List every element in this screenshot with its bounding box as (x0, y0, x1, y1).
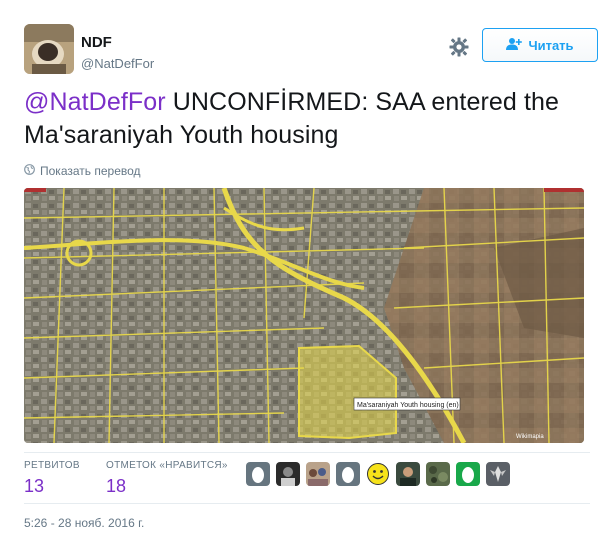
retweets-stat[interactable]: РЕТВИТОВ 13 (24, 460, 80, 497)
map-attribution: Wikimapia (516, 434, 544, 440)
liker-avatar[interactable] (366, 462, 390, 486)
liker-avatar[interactable] (456, 462, 480, 486)
translate-link[interactable]: Показать перевод (24, 164, 141, 178)
liker-avatar[interactable] (276, 462, 300, 486)
retweets-label: РЕТВИТОВ (24, 460, 80, 471)
follow-button-label: Читать (528, 37, 574, 53)
follow-button[interactable]: Читать (482, 28, 598, 62)
liker-avatar[interactable] (246, 462, 270, 486)
liker-avatar[interactable] (396, 462, 420, 486)
gear-icon[interactable] (448, 36, 470, 58)
add-user-icon (506, 37, 523, 54)
tweet-text: @NatDefFor UNCONFİRMED: SAA entered the … (24, 86, 584, 152)
liker-avatar[interactable] (336, 462, 360, 486)
liker-avatar[interactable] (486, 462, 510, 486)
likes-count: 18 (106, 476, 127, 496)
tweet-media-map[interactable]: Ma'saraniyah Youth housing (en) Wikimapi… (24, 188, 584, 443)
globe-icon (24, 164, 35, 178)
timestamp[interactable]: 5:26 - 28 нояб. 2016 г. (24, 516, 144, 530)
user-name[interactable]: NDF (81, 34, 112, 51)
likes-label: ОТМЕТОК «НРАВИТСЯ» (106, 460, 228, 471)
avatar[interactable] (24, 24, 74, 74)
likes-stat[interactable]: ОТМЕТОК «НРАВИТСЯ» 18 (106, 460, 228, 497)
user-handle[interactable]: @NatDefFor (81, 56, 154, 71)
liker-avatar[interactable] (426, 462, 450, 486)
retweets-count: 13 (24, 476, 45, 496)
mention-link[interactable]: @NatDefFor (24, 88, 166, 116)
divider (24, 452, 590, 453)
liker-avatars (246, 462, 510, 486)
divider (24, 503, 590, 504)
translate-label: Показать перевод (40, 164, 141, 178)
map-label: Ma'saraniyah Youth housing (en) (357, 402, 459, 409)
liker-avatar[interactable] (306, 462, 330, 486)
